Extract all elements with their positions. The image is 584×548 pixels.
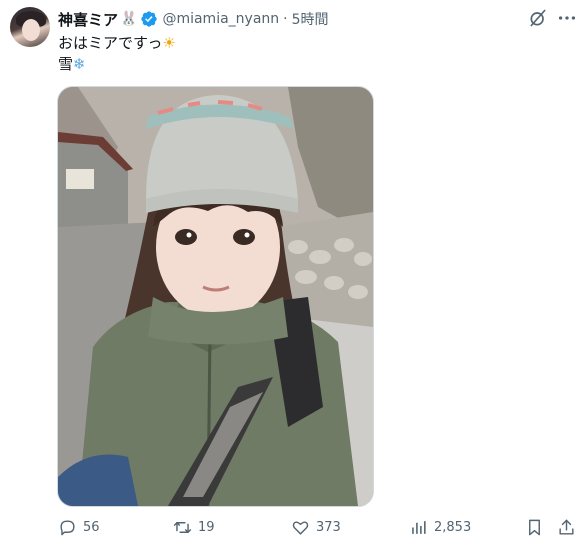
avatar[interactable] [10,7,50,47]
tweet-line-1: おはミアですっ☀ [58,33,176,54]
snowflake-emoji: ❄ [73,55,86,73]
tweet-line-2-text: 雪 [58,55,74,73]
action-bar: 56 19 373 2,853 [0,514,584,540]
avatar-face [22,19,40,41]
views-icon [412,520,426,534]
tweet-text: おはミアですっ☀ 雪❄ [58,33,176,75]
retweet-count: 19 [198,519,215,535]
separator: · [283,11,288,27]
sun-emoji: ☀ [162,34,176,52]
like-count: 373 [316,519,341,535]
bookmark-action[interactable] [525,514,544,540]
views-action[interactable]: 2,853 [409,514,471,540]
share-icon [559,519,574,535]
display-name[interactable]: 神喜ミア [58,9,118,30]
reply-icon [60,519,75,535]
retweet-action[interactable]: 19 [173,514,215,540]
bookmark-icon [529,519,540,535]
tweet-line-2: 雪❄ [58,54,176,75]
retweet-icon [173,521,192,533]
handle[interactable]: @miamia_nyann [162,11,279,27]
more-icon[interactable] [556,7,578,29]
grok-icon[interactable] [528,8,548,28]
photo-illustration [58,87,373,506]
verified-badge-icon [141,11,158,27]
views-count: 2,853 [434,519,472,535]
like-icon [292,520,309,535]
reply-count: 56 [83,519,100,535]
name-emoji: 🐰 [120,11,138,27]
tweet-photo[interactable] [57,86,374,507]
tweet-line-1-text: おはミアですっ [58,34,163,52]
tweet-header: 神喜ミア 🐰 @miamia_nyann · 5時間 [58,8,329,30]
timestamp[interactable]: 5時間 [292,9,329,29]
share-action[interactable] [557,514,576,540]
like-action[interactable]: 373 [291,514,341,540]
reply-action[interactable]: 56 [58,514,100,540]
